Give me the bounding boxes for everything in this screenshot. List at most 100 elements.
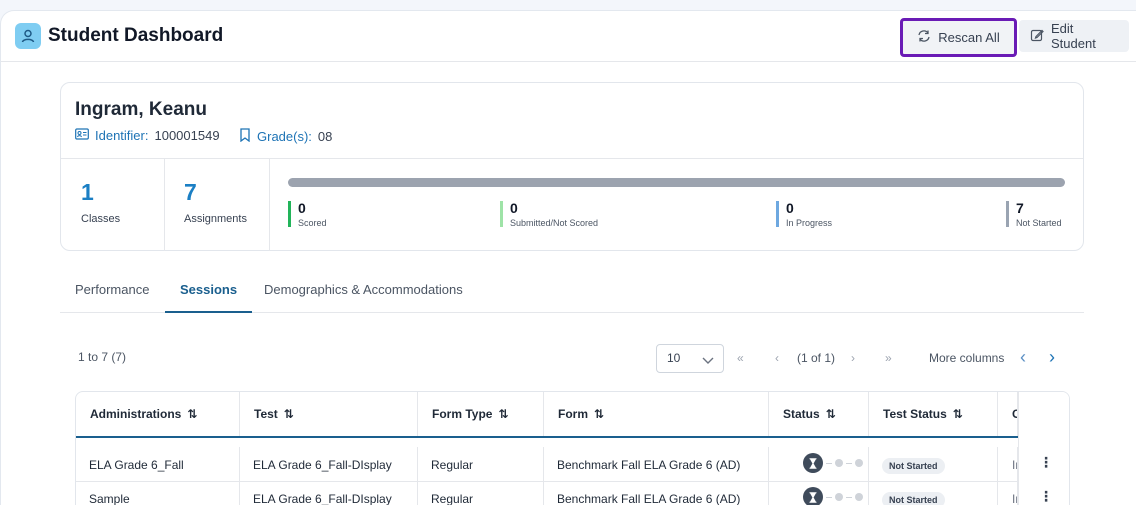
progress-value: 0 [298, 200, 306, 216]
columns-next-icon[interactable]: › [1049, 347, 1055, 368]
progress-value: 0 [786, 200, 794, 216]
column-header-label: Administrations [90, 407, 182, 421]
progress-scored: 0 Scored [288, 200, 327, 228]
column-header-form[interactable]: Form ⇅ [544, 392, 769, 437]
page-size-select[interactable]: 10 [656, 344, 724, 373]
progress-bar [288, 178, 1065, 187]
column-header-administrations[interactable]: Administrations ⇅ [76, 392, 240, 437]
column-header-truncated[interactable]: C [998, 392, 1018, 437]
rescan-all-button[interactable]: Rescan All [900, 18, 1017, 57]
sort-icon: ⇅ [594, 407, 605, 421]
prev-page-icon[interactable]: ‹ [775, 351, 779, 365]
cell-form-type: Regular [418, 447, 544, 481]
status-indicator [803, 487, 863, 505]
cell-test: ELA Grade 6_Fall-DIsplay [240, 447, 418, 481]
stat-value: 7 [184, 179, 197, 205]
stat-label: Assignments [184, 213, 247, 225]
cell-administration: Sample [76, 481, 240, 505]
column-header-label: Status [783, 407, 820, 421]
progress-label: Scored [298, 218, 327, 228]
page-info: (1 of 1) [797, 351, 836, 365]
identifier-value: 100001549 [154, 128, 220, 143]
chevron-down-icon [702, 354, 714, 368]
sort-icon: ⇅ [283, 407, 294, 421]
grades-label: Grade(s): [257, 129, 312, 144]
column-header-test[interactable]: Test ⇅ [240, 392, 418, 437]
stat-value: 1 [81, 179, 94, 205]
bookmark-icon [239, 128, 251, 145]
student-card: Ingram, Keanu Identifier: 100001549 Grad… [60, 82, 1084, 251]
user-icon [15, 23, 41, 49]
tab-bar: Performance Sessions Demographics & Acco… [60, 268, 1084, 313]
more-columns-label: More columns [929, 351, 1005, 365]
edit-icon [1030, 28, 1044, 45]
sessions-table: Administrations ⇅ Test ⇅ Form Type ⇅ Form ⇅ … [75, 391, 1070, 505]
header-underline [76, 436, 1069, 438]
column-header-label: Test Status [883, 407, 947, 421]
progress-label: In Progress [786, 218, 833, 228]
identifier-field: Identifier: 100001549 [75, 128, 220, 143]
sort-icon: ⇅ [498, 407, 509, 421]
cell-test-status: Not Started [869, 447, 998, 481]
column-header-test-status[interactable]: Test Status ⇅ [869, 392, 998, 437]
progress-value: 7 [1016, 200, 1024, 216]
header: Student Dashboard Rescan All Edit Studen… [1, 11, 1136, 62]
app-window: Student Dashboard Rescan All Edit Studen… [0, 10, 1136, 505]
column-header-status[interactable]: Status ⇅ [769, 392, 869, 437]
page-size-value: 10 [667, 351, 681, 365]
row-actions-column: ⋮ ⋮ [1018, 392, 1069, 505]
stat-divider [269, 159, 270, 251]
tab-demographics[interactable]: Demographics & Accommodations [249, 268, 478, 313]
column-header-label: Form [558, 407, 588, 421]
sort-icon: ⇅ [952, 407, 963, 421]
column-header-form-type[interactable]: Form Type ⇅ [418, 392, 544, 437]
id-card-icon [75, 128, 89, 143]
sort-icon: ⇅ [187, 407, 198, 421]
results-range: 1 to 7 (7) [78, 350, 127, 364]
first-page-icon[interactable]: « [737, 351, 744, 365]
progress-label: Not Started [1016, 218, 1062, 228]
stat-classes: 1 Classes [61, 159, 164, 251]
cell-form-type: Regular [418, 481, 544, 505]
progress-value: 0 [510, 200, 518, 216]
status-badge: Not Started [882, 492, 945, 505]
cell-truncated: In [998, 447, 1018, 481]
cell-test: ELA Grade 6_Fall-DIsplay [240, 481, 418, 505]
progress-not-started: 7 Not Started [1006, 200, 1062, 228]
last-page-icon[interactable]: » [885, 351, 892, 365]
stat-label: Classes [81, 213, 121, 225]
column-header-label: Form Type [432, 407, 493, 421]
sort-icon: ⇅ [825, 407, 836, 421]
cell-form: Benchmark Fall ELA Grade 6 (AD) [544, 481, 769, 505]
row-menu-icon[interactable]: ⋮ [1036, 454, 1056, 471]
stat-assignments: 7 Assignments [164, 159, 269, 251]
cell-form: Benchmark Fall ELA Grade 6 (AD) [544, 447, 769, 481]
columns-prev-icon[interactable]: ‹ [1020, 347, 1026, 368]
hourglass-icon [803, 487, 823, 505]
cell-status [769, 447, 869, 481]
hourglass-icon [803, 453, 823, 473]
progress-label: Submitted/Not Scored [510, 218, 599, 228]
status-indicator [803, 453, 863, 473]
edit-student-button[interactable]: Edit Student [1019, 20, 1129, 52]
tab-sessions[interactable]: Sessions [165, 268, 253, 313]
progress-in-progress: 0 In Progress [776, 200, 833, 228]
row-menu-icon[interactable]: ⋮ [1036, 488, 1056, 505]
cell-test-status: Not Started [869, 481, 998, 505]
cell-administration: ELA Grade 6_Fall [76, 447, 240, 481]
status-badge: Not Started [882, 458, 945, 474]
identifier-label: Identifier: [95, 128, 149, 143]
refresh-icon [917, 29, 931, 46]
cell-status [769, 481, 869, 505]
cell-truncated: In [998, 481, 1018, 505]
grades-field: Grade(s): 08 [239, 128, 332, 145]
rescan-all-label: Rescan All [938, 30, 1000, 45]
column-header-label: Test [254, 407, 278, 421]
progress-submitted: 0 Submitted/Not Scored [500, 200, 599, 228]
page-title: Student Dashboard [48, 25, 224, 46]
next-page-icon[interactable]: › [851, 351, 855, 365]
edit-student-label: Edit Student [1051, 21, 1096, 51]
grades-value: 08 [317, 129, 333, 144]
student-name: Ingram, Keanu [75, 99, 207, 120]
tab-performance[interactable]: Performance [60, 268, 164, 313]
